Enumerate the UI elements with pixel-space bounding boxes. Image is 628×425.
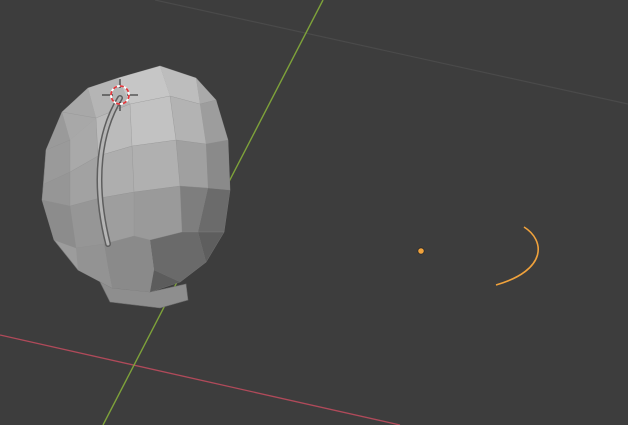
- grid-line: [154, 0, 628, 105]
- x-axis-line: [0, 334, 401, 425]
- viewport-canvas[interactable]: [0, 0, 628, 425]
- 3d-viewport[interactable]: [0, 0, 628, 425]
- selection-arc-icon[interactable]: [495, 226, 539, 286]
- object-origin-icon[interactable]: [417, 247, 425, 255]
- head-mesh[interactable]: [41, 65, 231, 309]
